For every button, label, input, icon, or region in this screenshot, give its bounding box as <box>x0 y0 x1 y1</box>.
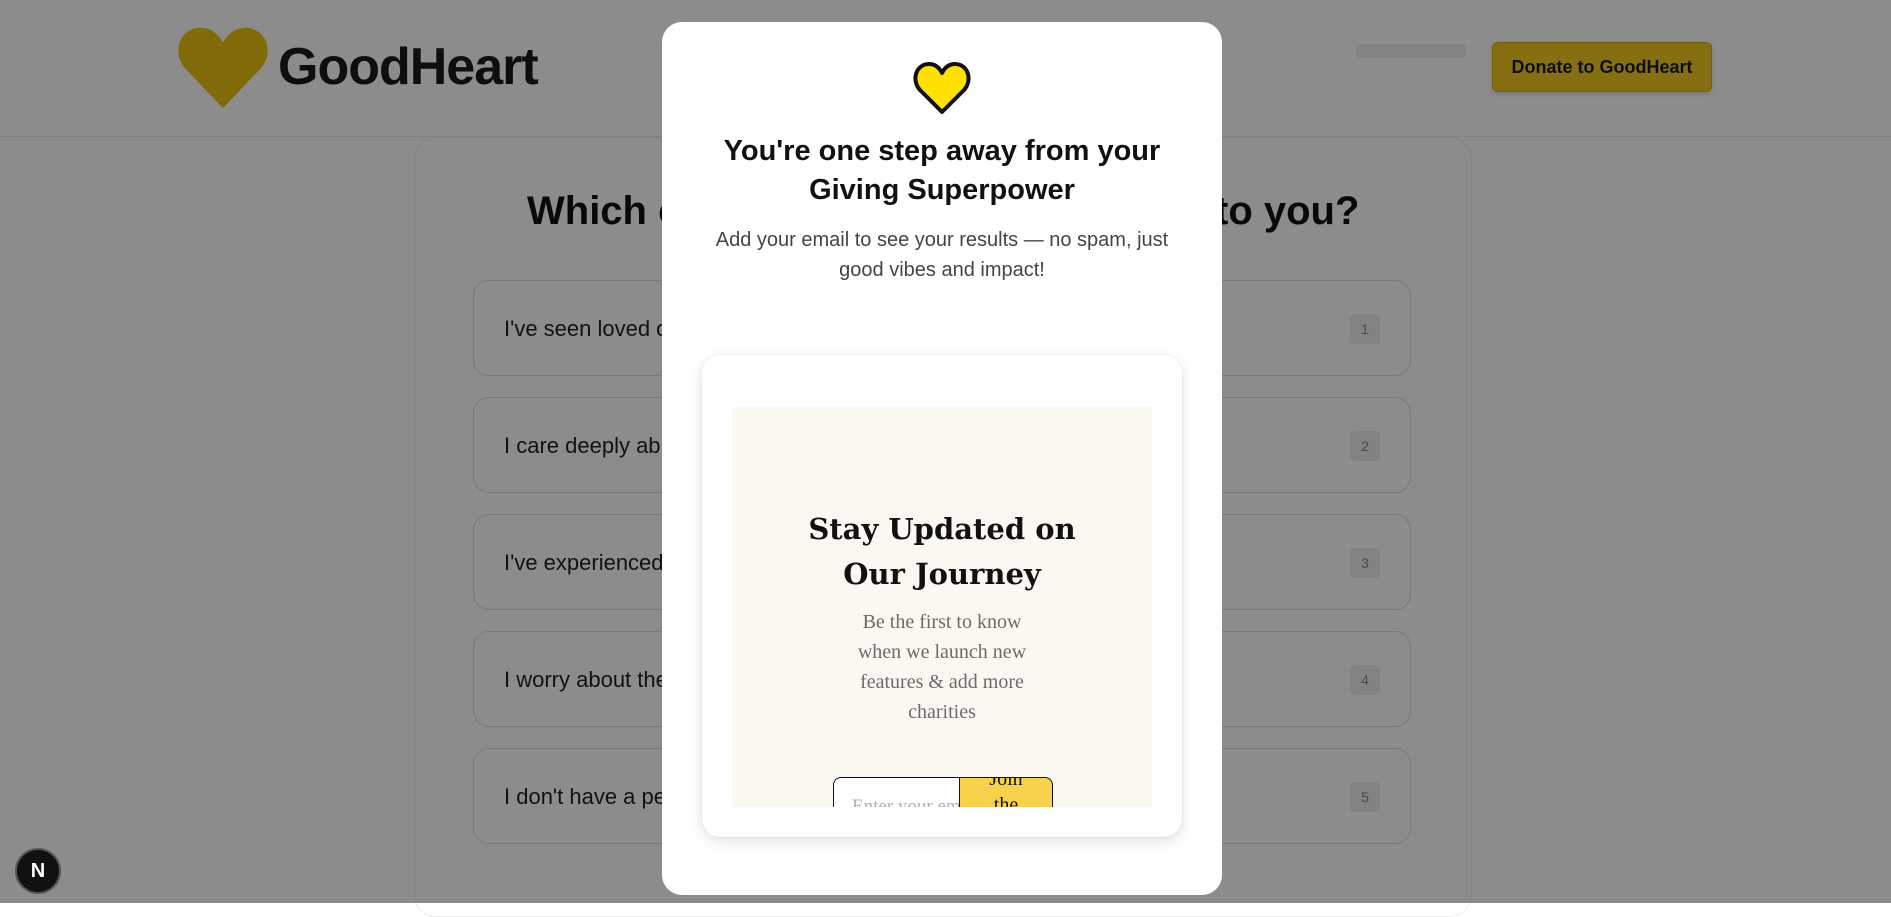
modal-title: You're one step away from your Giving Su… <box>723 135 1161 206</box>
heart-icon <box>913 62 971 114</box>
email-gate-modal: You're one step away from your Giving Su… <box>662 22 1222 895</box>
join-button-label: Join the <box>989 777 1023 807</box>
newsletter-embed: Stay Updated on Our Journey Be the first… <box>702 355 1182 837</box>
newsletter-description: Be the first to know when we launch new … <box>857 611 1027 723</box>
newsletter-title: Stay Updated on Our Journey <box>808 512 1076 591</box>
newsletter-panel: Stay Updated on Our Journey Be the first… <box>732 407 1152 807</box>
join-button[interactable]: Join the <box>959 777 1053 807</box>
modal-subtitle: Add your email to see your results — no … <box>715 229 1169 281</box>
dev-tools-badge[interactable]: N <box>15 848 61 894</box>
email-input[interactable] <box>833 777 959 807</box>
